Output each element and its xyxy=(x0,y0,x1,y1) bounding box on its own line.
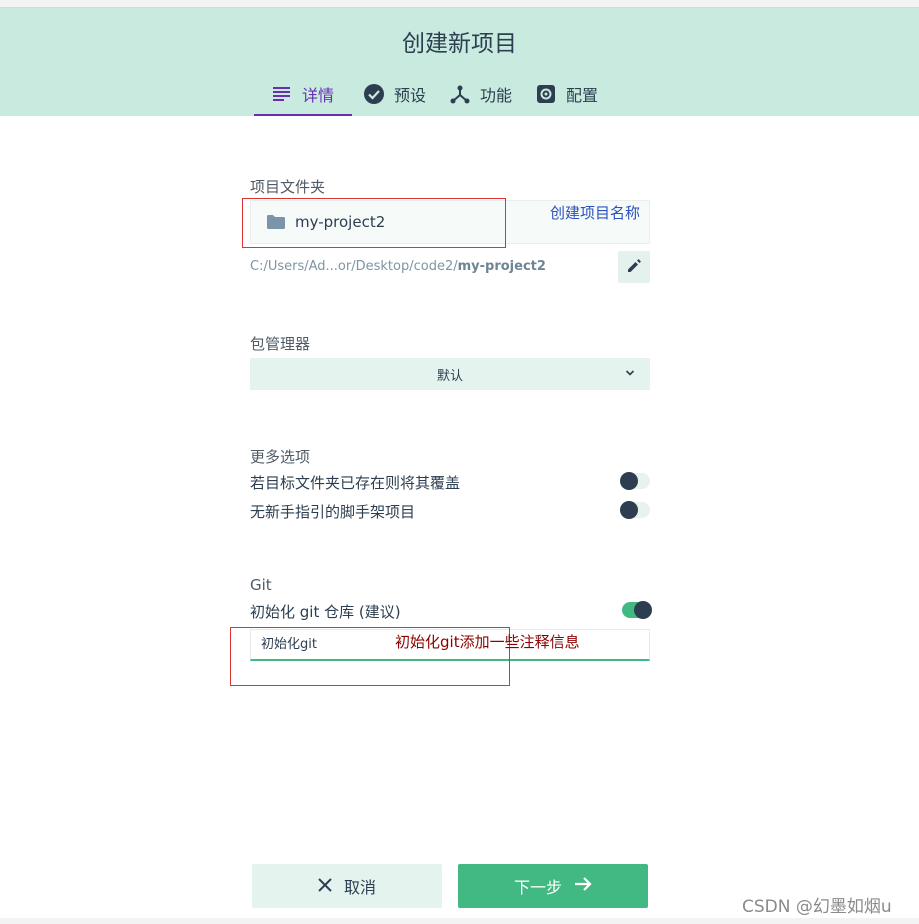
project-path-name: my-project2 xyxy=(457,259,546,274)
tab-features[interactable]: 功能 xyxy=(438,74,524,114)
close-icon xyxy=(318,877,344,896)
arrow-right-icon xyxy=(562,876,592,896)
page-title: 创建新项目 xyxy=(402,31,517,57)
package-manager-value: 默认 xyxy=(436,368,463,384)
project-path-prefix: C:/Users/Ad...or/Desktop/code2/ xyxy=(250,259,458,274)
tab-presets[interactable]: 预设 xyxy=(352,74,438,114)
tab-config[interactable]: 配置 xyxy=(524,74,610,114)
window-top-strip xyxy=(0,0,919,8)
tab-label: 预设 xyxy=(394,86,427,105)
next-button[interactable]: 下一步 xyxy=(458,864,648,908)
project-folder-value: my-project2 xyxy=(295,213,386,231)
toggle-knob xyxy=(620,501,638,519)
project-folder-label: 项目文件夹 xyxy=(250,178,326,196)
fork-icon xyxy=(450,84,470,104)
folder-icon xyxy=(267,215,285,229)
toggle-knob xyxy=(634,601,652,619)
option-overwrite: 若目标文件夹已存在则将其覆盖 xyxy=(250,470,650,494)
option-no-guide: 无新手指引的脚手架项目 xyxy=(250,499,650,523)
git-init-toggle[interactable] xyxy=(622,601,652,619)
package-manager-select[interactable]: 默认 xyxy=(250,358,650,390)
chevron-down-icon xyxy=(624,367,636,379)
check-circle-icon xyxy=(364,84,385,104)
cancel-label: 取消 xyxy=(343,878,376,897)
header: 创建新项目 详情 预设 功能 配置 xyxy=(0,8,919,116)
next-label: 下一步 xyxy=(513,878,562,897)
pencil-icon xyxy=(627,258,641,277)
no-guide-toggle[interactable] xyxy=(620,501,650,519)
git-label: Git xyxy=(250,576,272,594)
overwrite-toggle[interactable] xyxy=(620,472,650,490)
toggle-knob xyxy=(620,472,638,490)
list-icon xyxy=(272,84,292,104)
cancel-button[interactable]: 取消 xyxy=(252,864,442,908)
window-bottom-strip xyxy=(0,918,919,924)
watermark: CSDN @幻墨如烟u xyxy=(742,897,892,917)
annotation-git: 初始化git添加一些注释信息 xyxy=(395,633,580,651)
option-label: 若目标文件夹已存在则将其覆盖 xyxy=(250,474,461,492)
more-options-label: 更多选项 xyxy=(250,448,311,466)
option-label: 初始化 git 仓库 (建议) xyxy=(250,603,401,621)
annotation-project-name: 创建项目名称 xyxy=(550,204,641,222)
option-git-init: 初始化 git 仓库 (建议) xyxy=(250,599,652,623)
option-label: 无新手指引的脚手架项目 xyxy=(250,503,416,521)
tab-label: 配置 xyxy=(566,86,599,105)
tab-label: 详情 xyxy=(302,86,335,105)
gear-icon xyxy=(536,84,556,104)
tab-details[interactable]: 详情 xyxy=(254,74,353,116)
tab-bar: 详情 预设 功能 配置 xyxy=(254,74,610,116)
package-manager-label: 包管理器 xyxy=(250,335,311,353)
edit-path-button[interactable] xyxy=(618,251,650,283)
project-path: C:/Users/Ad...or/Desktop/code2/my-projec… xyxy=(250,259,546,274)
tab-label: 功能 xyxy=(480,86,513,105)
